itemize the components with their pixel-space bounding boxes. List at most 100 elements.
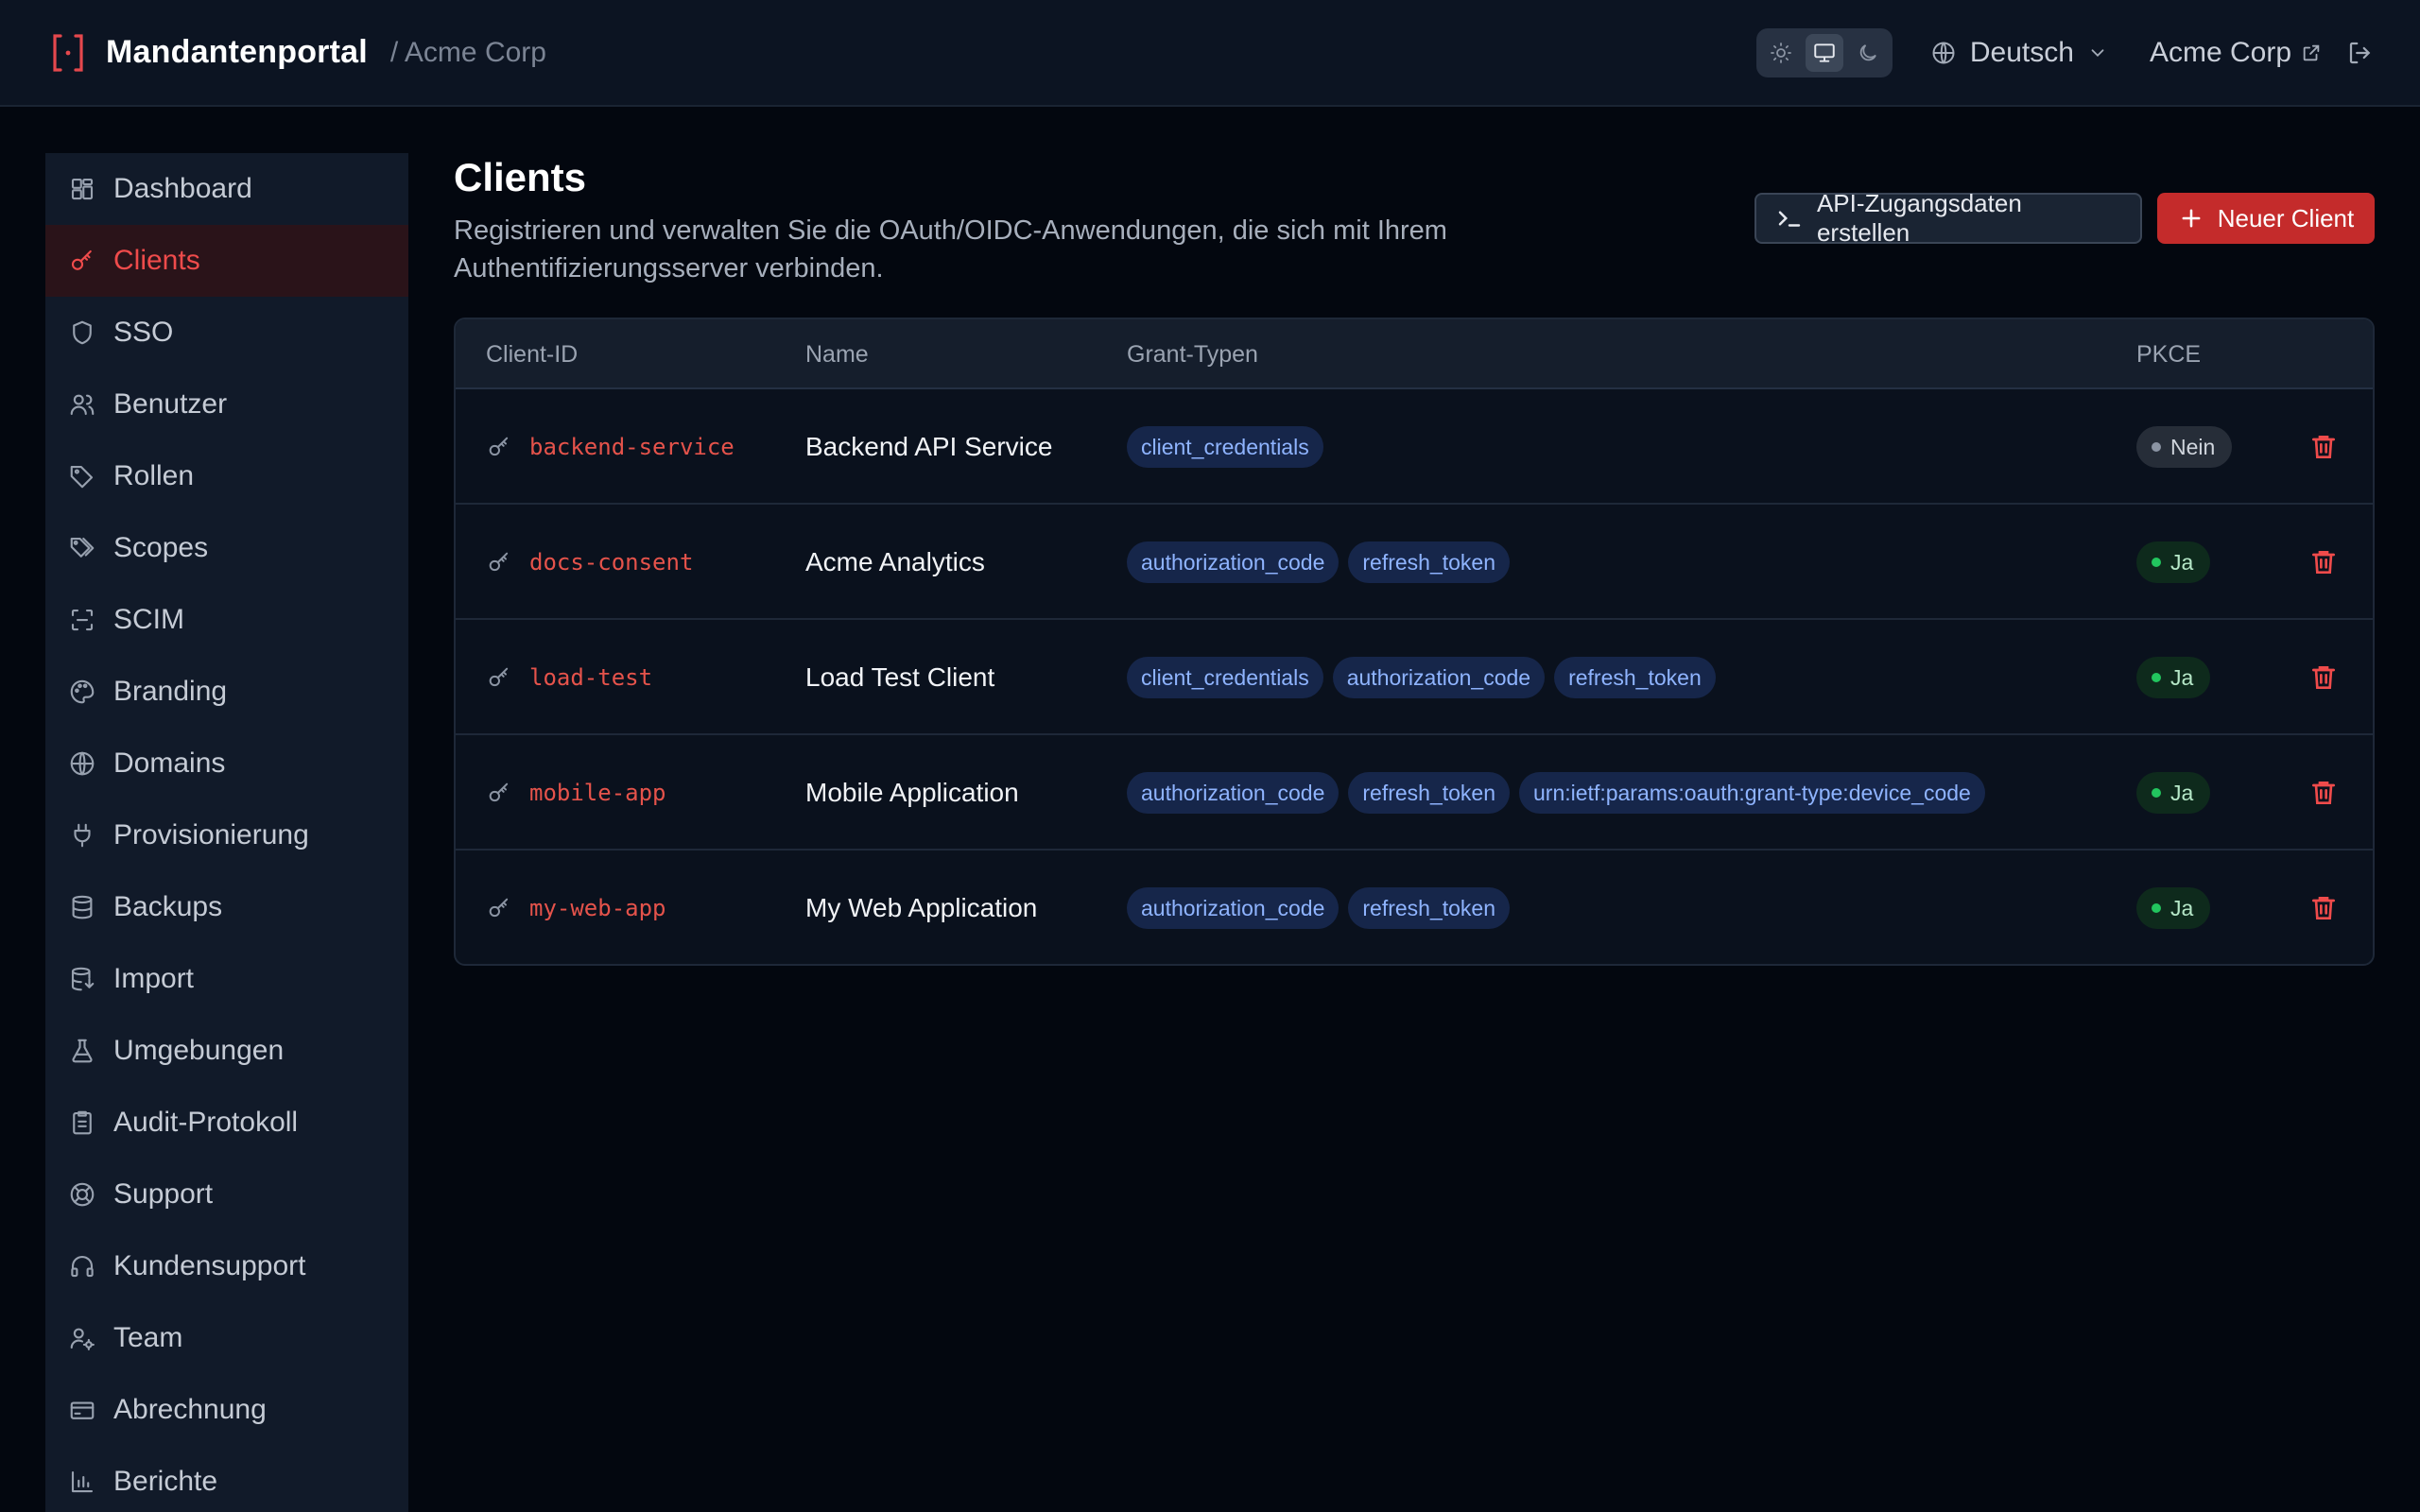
sidebar-item-provisionierung[interactable]: Provisionierung [45,799,408,871]
sidebar-item-label: Provisionierung [113,819,309,850]
plus-icon [2182,209,2201,228]
monitor-icon[interactable] [1805,33,1843,72]
grant-type-chip: urn:ietf:params:oauth:grant-type:device_… [1519,772,1985,814]
pkce-status-badge: Ja [2136,541,2211,583]
sidebar-item-kundensupport[interactable]: Kundensupport [45,1230,408,1302]
table-row[interactable]: mobile-app Mobile Application authorizatio… [456,735,2373,850]
column-header-name: Name [805,341,869,368]
tag-icon [68,462,96,490]
grant-type-chip: client_credentials [1127,657,1323,698]
key-icon [486,780,512,806]
table-header: Client-ID Name Grant-Typen PKCE [456,319,2373,389]
sidebar-item-support[interactable]: Support [45,1159,408,1230]
tenant-breadcrumb: / Acme Corp [389,36,546,68]
column-header-grant-types: Grant-Typen [1127,341,1258,368]
status-dot [2152,673,2161,682]
delete-client-button[interactable] [2308,389,2339,505]
client-id-link[interactable]: docs-consent [529,549,693,576]
sidebar-item-dashboard[interactable]: Dashboard [45,153,408,225]
client-id-cell: my-web-app [486,850,666,964]
client-id-link[interactable]: load-test [529,664,652,691]
pkce-status-label: Ja [2170,780,2194,805]
column-header-client-id: Client-ID [486,341,579,368]
client-id-link[interactable]: backend-service [529,434,735,460]
app-title[interactable]: Mandantenportal [106,34,368,71]
sidebar-item-label: Audit-Protokoll [113,1107,299,1138]
sidebar-item-branding[interactable]: Branding [45,656,408,728]
pkce-status-badge: Nein [2136,426,2233,468]
theme-toggle [1755,27,1893,77]
pkce-status-label: Ja [2170,664,2194,690]
database-icon [68,893,96,921]
chevron-down-icon [2091,48,2104,57]
pkce-status-badge: Ja [2136,657,2211,698]
sidebar-item-backups[interactable]: Backups [45,871,408,943]
headphones-icon [68,1252,96,1280]
sidebar-item-label: Support [113,1178,214,1210]
sidebar-item-berichte[interactable]: Berichte [45,1446,408,1512]
pkce-cell: Ja [2136,850,2211,964]
grant-types-cell: client_credentials [1127,389,1323,505]
layout-dashboard-icon [68,175,96,203]
sidebar-item-clients[interactable]: Clients [45,225,408,297]
tenant-link-label: Acme Corp [2149,36,2291,68]
create-api-credentials-label: API-Zugangsdaten erstellen [1816,189,2022,247]
status-dot [2152,788,2161,798]
logo-icon [45,30,91,76]
status-dot [2152,442,2161,452]
page-description: Registrieren und verwalten Sie die OAuth… [454,215,1447,284]
grant-types-cell: authorization_code refresh_token [1127,505,1511,620]
table-row[interactable]: load-test Load Test Client client_credenti… [456,620,2373,735]
status-dot [2152,558,2161,567]
delete-client-button[interactable] [2308,735,2339,850]
delete-client-button[interactable] [2308,620,2339,735]
pkce-cell: Ja [2136,735,2211,850]
sidebar-item-rollen[interactable]: Rollen [45,440,408,512]
new-client-button[interactable]: Neuer Client [2157,193,2375,244]
sidebar-item-label: Import [113,963,195,994]
sidebar-item-umgebungen[interactable]: Umgebungen [45,1015,408,1087]
sidebar-item-label: Team [113,1322,183,1353]
pkce-status-label: Nein [2170,434,2216,459]
table-row[interactable]: backend-service Backend API Service client… [456,389,2373,505]
sidebar-item-team[interactable]: Team [45,1302,408,1374]
client-name: Backend API Service [805,432,1053,461]
sidebar-item-sso[interactable]: SSO [45,297,408,369]
client-id-link[interactable]: mobile-app [529,780,666,806]
sidebar-item-abrechnung[interactable]: Abrechnung [45,1374,408,1446]
tenant-link[interactable]: Acme Corp [2150,37,2322,69]
trash-icon [2308,893,2339,923]
language-label: Deutsch [1969,36,2074,68]
table-row[interactable]: docs-consent Acme Analytics authorization_… [456,505,2373,620]
sidebar-item-label: SCIM [113,604,184,635]
sidebar-item-import[interactable]: Import [45,943,408,1015]
grant-type-chip: authorization_code [1127,541,1340,583]
client-id-cell: mobile-app [486,735,666,850]
key-icon [486,664,512,691]
pkce-cell: Ja [2136,620,2211,735]
page-title: Clients [454,155,587,199]
sidebar-item-label: Benutzer [113,388,228,420]
grant-types-cell: authorization_code refresh_token [1127,850,1511,964]
column-header-pkce: PKCE [2136,341,2202,368]
database-import-icon [68,965,96,993]
client-id-link[interactable]: my-web-app [529,895,666,921]
delete-client-button[interactable] [2308,505,2339,620]
client-name: Load Test Client [805,662,995,692]
sidebar-item-audit-protokoll[interactable]: Audit-Protokoll [45,1087,408,1159]
sidebar-item-scim[interactable]: SCIM [45,584,408,656]
sidebar-item-label: Clients [113,245,200,276]
sun-icon[interactable] [1762,34,1800,72]
logout-icon[interactable] [2346,39,2375,67]
sidebar-item-benutzer[interactable]: Benutzer [45,369,408,440]
moon-icon[interactable] [1849,34,1887,72]
table-row[interactable]: my-web-app My Web Application authorizatio… [456,850,2373,964]
sidebar-item-domains[interactable]: Domains [45,728,408,799]
create-api-credentials-button[interactable]: API-Zugangsdaten erstellen [1754,189,2142,247]
trash-icon [2308,778,2339,808]
delete-client-button[interactable] [2308,850,2339,964]
sidebar-item-label: Abrechnung [113,1394,267,1425]
sidebar-item-scopes[interactable]: Scopes [45,512,408,584]
language-select[interactable]: Deutsch [1930,37,2108,69]
pkce-status-badge: Ja [2136,887,2211,929]
